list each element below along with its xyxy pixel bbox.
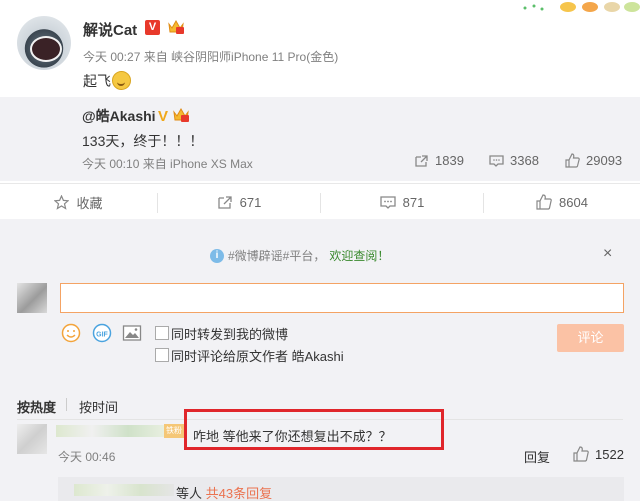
forward-count: 671 xyxy=(239,194,262,210)
repost-forward-stat[interactable]: 1839 xyxy=(414,153,464,168)
comment-like-count: 1522 xyxy=(595,446,624,462)
gif-icon[interactable]: GIF xyxy=(92,323,112,343)
rumor-notice: i #微博辟谣#平台， 欢迎查阅！ xyxy=(210,247,389,264)
action-bar: 收藏 671 871 8604 xyxy=(0,183,640,221)
sort-by-hot-tab[interactable]: 按热度 xyxy=(17,397,56,416)
svg-text:GIF: GIF xyxy=(96,332,108,339)
verified-badge-icon: V xyxy=(145,20,160,35)
commenter-name-blurred xyxy=(56,425,164,437)
comment-time: 今天 00:46 xyxy=(58,450,116,464)
view-replies-link[interactable]: 共43条回复 xyxy=(206,486,272,501)
forward-option-label: 同时转发到我的微博 xyxy=(171,327,289,342)
repost-verified-icon: V xyxy=(158,108,169,125)
emoji-icon[interactable] xyxy=(61,323,81,343)
post-meta: 今天 00:27 来自 峡谷阴阳师iPhone 11 Pro(金色) xyxy=(83,50,339,64)
repost-like-count: 29093 xyxy=(586,153,623,168)
fan-badge: 铁粉 xyxy=(164,424,184,438)
close-icon[interactable]: × xyxy=(603,245,612,263)
forward-icon xyxy=(415,154,428,167)
comment-icon xyxy=(379,195,396,209)
reply-button[interactable]: 回复 xyxy=(524,447,550,466)
repost-forward-count: 1839 xyxy=(435,153,464,168)
favorite-button[interactable]: 收藏 xyxy=(0,184,157,220)
commenter-avatar[interactable] xyxy=(17,424,47,454)
comment-like-button[interactable]: 1522 xyxy=(573,446,624,462)
repost-like-stat[interactable]: 29093 xyxy=(565,153,622,168)
thumbs-up-icon xyxy=(536,194,552,210)
comment-input[interactable] xyxy=(60,283,624,313)
comment-count: 871 xyxy=(402,194,425,210)
like-button[interactable]: 8604 xyxy=(484,184,640,220)
favorite-label: 收藏 xyxy=(76,195,103,211)
comment-to-author-checkbox[interactable] xyxy=(155,348,169,362)
sub-reply-names-blurred xyxy=(74,484,174,496)
sub-replies-summary: 等人 共43条回复 xyxy=(176,486,273,501)
info-icon: i xyxy=(210,248,224,263)
comment-icon xyxy=(489,154,504,167)
divider xyxy=(66,398,67,411)
repost-author[interactable]: @皓Akashi xyxy=(82,106,156,126)
highlight-box xyxy=(184,409,444,450)
like-count: 8604 xyxy=(559,194,588,210)
repost-comment-count: 3368 xyxy=(510,153,539,168)
thumbs-up-icon xyxy=(565,153,580,168)
smile-emoji-icon xyxy=(112,71,131,90)
current-user-avatar xyxy=(17,283,47,313)
repost-comment-stat[interactable]: 3368 xyxy=(489,153,539,168)
forward-to-my-weibo-checkbox[interactable] xyxy=(155,326,169,340)
repost-meta: 今天 00:10 来自 iPhone XS Max xyxy=(82,157,253,171)
comment-author-option-label: 同时评论给原文作者 皓Akashi xyxy=(171,349,344,364)
author-name[interactable]: 解说Cat xyxy=(83,19,137,40)
notice-text: #微博辟谣#平台， xyxy=(228,249,326,263)
forward-button[interactable]: 671 xyxy=(158,184,320,220)
author-avatar[interactable] xyxy=(17,16,71,70)
notice-link[interactable]: 欢迎查阅！ xyxy=(329,247,389,264)
forward-icon xyxy=(217,195,232,209)
decorative-emoji-strip xyxy=(523,2,640,12)
image-icon[interactable] xyxy=(122,323,142,343)
thumbs-up-icon xyxy=(573,446,589,462)
sort-by-time-tab[interactable]: 按时间 xyxy=(79,397,118,416)
comment-button[interactable]: 871 xyxy=(321,184,483,220)
star-icon xyxy=(54,194,70,210)
repost-text: 133天，终于！！！ xyxy=(82,133,204,149)
submit-comment-button[interactable]: 评论 xyxy=(557,324,624,352)
post-text: 起飞 xyxy=(83,71,131,91)
vip-crown-icon xyxy=(168,19,184,34)
repost-vip-crown-icon xyxy=(173,107,189,122)
